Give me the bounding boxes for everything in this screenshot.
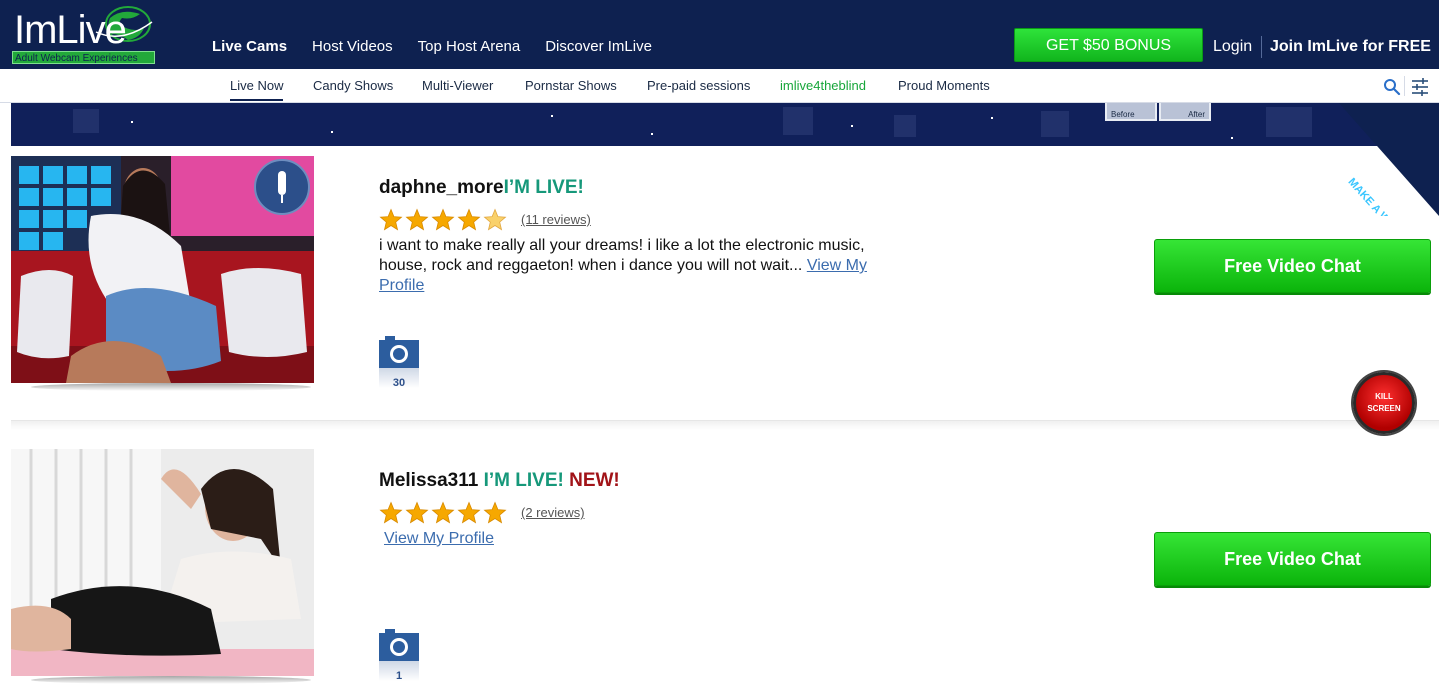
subnav-imlive4theblind[interactable]: imlive4theblind [780, 78, 866, 93]
banner-tile [1266, 107, 1312, 137]
top-header: ImLive Adult Webcam Experiences Live Cam… [0, 0, 1439, 69]
subnav-divider [1404, 76, 1405, 96]
new-badge: NEW! [569, 470, 620, 491]
card-divider [11, 420, 1439, 430]
join-link[interactable]: Join ImLive for FREE [1270, 38, 1431, 56]
subnav-multi-viewer[interactable]: Multi-Viewer [422, 78, 493, 93]
banner-sparkle [331, 131, 333, 133]
live-badge: I’M LIVE! [483, 470, 564, 491]
subnav-proud-moments[interactable]: Proud Moments [898, 78, 990, 93]
camera-icon[interactable] [379, 336, 419, 368]
star-icon [431, 208, 455, 231]
star-icon [405, 501, 429, 524]
promo-banner[interactable]: Before After [11, 103, 1439, 146]
performer-name-row: Melissa311 I’M LIVE! NEW! [379, 470, 620, 492]
rating-stars [379, 208, 507, 232]
logo-tagline: Adult Webcam Experiences [12, 51, 155, 64]
banner-before-photo: Before [1105, 103, 1157, 121]
get-bonus-button[interactable]: GET $50 BONUS [1014, 28, 1203, 62]
banner-sparkle [991, 117, 993, 119]
star-icon [483, 501, 507, 524]
subnav-candy-shows[interactable]: Candy Shows [313, 78, 393, 93]
kill-screen-button[interactable]: KILL SCREEN [1353, 372, 1415, 434]
photo-count: 30 [392, 377, 406, 389]
banner-sparkle [651, 133, 653, 135]
reviews-link[interactable]: (2 reviews) [521, 505, 585, 520]
view-profile-link[interactable]: View My Profile [384, 530, 494, 548]
star-icon [457, 501, 481, 524]
star-icon [379, 208, 403, 231]
performer-thumbnail[interactable] [11, 156, 314, 383]
thumbnail-shadow [31, 383, 311, 391]
rating-stars [379, 501, 507, 525]
thumbnail-shadow [31, 676, 311, 684]
nav-discover-imlive[interactable]: Discover ImLive [545, 38, 652, 55]
performer-card: daphne_moreI’M LIVE! (11 reviews) i want… [11, 156, 1439, 416]
performer-photo [11, 449, 314, 676]
page-root: ImLive Adult Webcam Experiences Live Cam… [0, 0, 1439, 686]
nav-top-host-arena[interactable]: Top Host Arena [418, 38, 521, 55]
banner-sparkle [551, 115, 553, 117]
header-separator [1261, 36, 1262, 58]
banner-sparkle [131, 121, 133, 123]
banner-tile [783, 107, 813, 135]
camera-icon[interactable] [379, 629, 419, 661]
subnav-live-now[interactable]: Live Now [230, 78, 284, 101]
kill-screen-line2: SCREEN [1367, 404, 1401, 413]
microphone-icon [278, 171, 286, 203]
nav-live-cams[interactable]: Live Cams [212, 38, 287, 55]
sub-nav: Live Now Candy Shows Multi-Viewer Pornst… [0, 69, 1439, 103]
banner-sparkle [1231, 137, 1233, 139]
banner-tile [73, 109, 99, 133]
subnav-prepaid-sessions[interactable]: Pre-paid sessions [647, 78, 750, 93]
performer-description: i want to make really all your dreams! i… [379, 236, 909, 296]
description-text: i want to make really all your dreams! i… [379, 237, 865, 274]
performer-card: Melissa311 I’M LIVE! NEW! (2 reviews) Vi… [11, 449, 1439, 686]
banner-after-photo: After [1159, 103, 1211, 121]
star-icon [431, 501, 455, 524]
photo-count: 1 [395, 670, 403, 682]
main-nav: Live Cams Host Videos Top Host Arena Dis… [212, 38, 677, 55]
star-icon [405, 208, 429, 231]
banner-sparkle [851, 125, 853, 127]
microphone-badge [254, 159, 310, 215]
live-badge: I’M LIVE! [503, 177, 584, 198]
performer-thumbnail[interactable] [11, 449, 314, 676]
banner-tile [894, 115, 916, 137]
subnav-pornstar-shows[interactable]: Pornstar Shows [525, 78, 617, 93]
performer-name[interactable]: Melissa311 [379, 470, 478, 491]
performer-name-row: daphne_moreI’M LIVE! [379, 177, 584, 199]
star-icon [457, 208, 481, 231]
performer-name[interactable]: daphne_more [379, 177, 504, 198]
nav-host-videos[interactable]: Host Videos [312, 38, 393, 55]
kill-screen-line1: KILL [1375, 392, 1393, 401]
filter-icon[interactable] [1411, 77, 1429, 97]
free-video-chat-button[interactable]: Free Video Chat [1154, 532, 1431, 586]
logo-wordmark: ImLive [14, 8, 127, 52]
reviews-link[interactable]: (11 reviews) [521, 212, 591, 227]
search-icon[interactable] [1383, 78, 1401, 96]
login-link[interactable]: Login [1213, 38, 1252, 56]
imlive-logo[interactable]: ImLive Adult Webcam Experiences [12, 6, 162, 66]
star-icon [379, 501, 403, 524]
star-icon [483, 208, 507, 231]
free-video-chat-button[interactable]: Free Video Chat [1154, 239, 1431, 293]
banner-tile [1041, 111, 1069, 137]
